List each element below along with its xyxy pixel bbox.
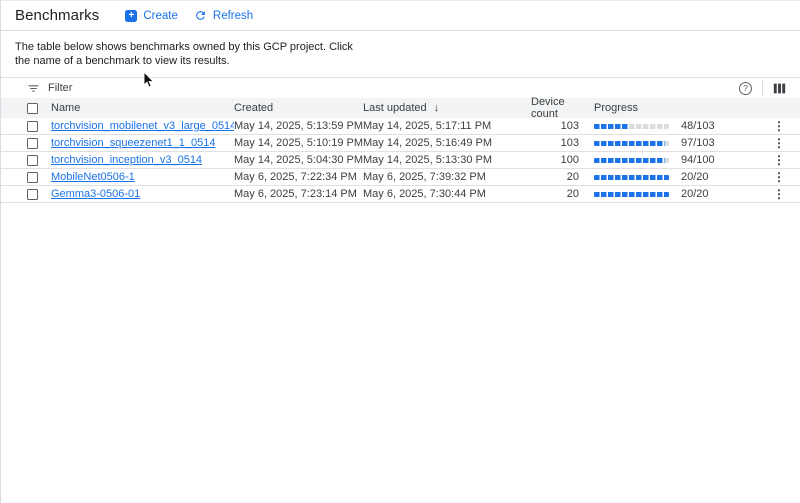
- progress-cell: 20/20: [594, 171, 731, 183]
- filter-label: Filter: [48, 82, 72, 94]
- table-row: Gemma3-0506-01 May 6, 2025, 7:23:14 PM M…: [1, 186, 800, 203]
- column-header-created[interactable]: Created: [234, 102, 363, 114]
- last-updated-cell: May 14, 2025, 5:13:30 PM: [363, 154, 531, 166]
- benchmark-name-cell: Gemma3-0506-01: [51, 188, 234, 200]
- row-actions-kebab-icon[interactable]: ⋮: [772, 153, 786, 167]
- progress-bar: [594, 141, 669, 146]
- last-updated-cell: May 14, 2025, 5:16:49 PM: [363, 137, 531, 149]
- column-header-last-updated[interactable]: Last updated ↓: [363, 102, 531, 114]
- device-count-cell: 103: [531, 120, 579, 132]
- device-count-cell: 20: [531, 188, 579, 200]
- table-row: torchvision_mobilenet_v3_large_0514 May …: [1, 118, 800, 135]
- refresh-button-label: Refresh: [213, 10, 253, 22]
- created-cell: May 14, 2025, 5:04:30 PM: [234, 154, 363, 166]
- progress-cell: 97/103: [594, 137, 731, 149]
- created-cell: May 14, 2025, 5:10:19 PM: [234, 137, 363, 149]
- vertical-divider: [762, 80, 763, 96]
- column-display-icon[interactable]: [773, 82, 786, 95]
- progress-label: 48/103: [681, 120, 731, 132]
- row-checkbox-cell: [27, 189, 51, 200]
- row-actions-kebab-icon[interactable]: ⋮: [772, 136, 786, 150]
- row-checkbox-cell: [27, 121, 51, 132]
- column-header-last-updated-label: Last updated: [363, 102, 427, 114]
- column-header-name[interactable]: Name: [51, 102, 234, 114]
- progress-bar: [594, 124, 669, 129]
- created-cell: May 6, 2025, 7:23:14 PM: [234, 188, 363, 200]
- row-checkbox[interactable]: [27, 155, 38, 166]
- benchmark-name-link[interactable]: MobileNet0506-1: [51, 171, 135, 183]
- benchmark-name-link[interactable]: torchvision_mobilenet_v3_large_0514: [51, 120, 234, 132]
- created-cell: May 6, 2025, 7:22:34 PM: [234, 171, 363, 183]
- device-count-cell: 20: [531, 171, 579, 183]
- benchmark-name-link[interactable]: torchvision_squeezenet1_1_0514: [51, 137, 216, 149]
- created-cell: May 14, 2025, 5:13:59 PM: [234, 120, 363, 132]
- filter-bar-actions: ?: [739, 80, 786, 96]
- last-updated-cell: May 6, 2025, 7:30:44 PM: [363, 188, 531, 200]
- help-icon[interactable]: ?: [739, 82, 752, 95]
- row-checkbox-cell: [27, 172, 51, 183]
- table-header-row: Name Created Last updated ↓ Device count…: [1, 98, 800, 118]
- column-header-device-count[interactable]: Device count: [531, 96, 579, 120]
- plus-icon: +: [125, 10, 137, 22]
- row-actions-kebab-icon[interactable]: ⋮: [772, 187, 786, 201]
- progress-bar: [594, 158, 669, 163]
- row-checkbox[interactable]: [27, 172, 38, 183]
- benchmarks-page: Benchmarks + Create Refresh The table be…: [0, 0, 800, 503]
- row-checkbox-cell: [27, 138, 51, 149]
- table-row: MobileNet0506-1 May 6, 2025, 7:22:34 PM …: [1, 169, 800, 186]
- benchmark-name-cell: torchvision_inception_v3_0514: [51, 154, 234, 166]
- column-header-progress[interactable]: Progress: [594, 102, 638, 114]
- select-all-checkbox[interactable]: [27, 103, 38, 114]
- page-title: Benchmarks: [15, 7, 99, 24]
- refresh-icon: [194, 9, 207, 22]
- progress-label: 20/20: [681, 188, 731, 200]
- sort-descending-icon: ↓: [434, 102, 440, 114]
- title-bar: Benchmarks + Create Refresh: [1, 1, 800, 31]
- progress-label: 20/20: [681, 171, 731, 183]
- progress-bar: [594, 175, 669, 180]
- row-actions-kebab-icon[interactable]: ⋮: [772, 170, 786, 184]
- last-updated-cell: May 6, 2025, 7:39:32 PM: [363, 171, 531, 183]
- table-row: torchvision_squeezenet1_1_0514 May 14, 2…: [1, 135, 800, 152]
- header-checkbox-cell: [27, 103, 51, 114]
- device-count-cell: 100: [531, 154, 579, 166]
- create-button[interactable]: + Create: [125, 10, 178, 22]
- progress-cell: 94/100: [594, 154, 731, 166]
- row-checkbox[interactable]: [27, 138, 38, 149]
- create-button-label: Create: [143, 10, 178, 22]
- device-count-cell: 103: [531, 137, 579, 149]
- row-checkbox[interactable]: [27, 189, 38, 200]
- benchmark-name-cell: torchvision_squeezenet1_1_0514: [51, 137, 234, 149]
- progress-cell: 20/20: [594, 188, 731, 200]
- benchmark-name-cell: MobileNet0506-1: [51, 171, 234, 183]
- progress-label: 97/103: [681, 137, 731, 149]
- refresh-button[interactable]: Refresh: [194, 9, 253, 22]
- progress-bar: [594, 192, 669, 197]
- progress-cell: 48/103: [594, 120, 731, 132]
- filter-bar: Filter ?: [1, 77, 800, 98]
- benchmark-name-link[interactable]: torchvision_inception_v3_0514: [51, 154, 202, 166]
- benchmark-name-link[interactable]: Gemma3-0506-01: [51, 188, 140, 200]
- row-checkbox-cell: [27, 155, 51, 166]
- progress-label: 94/100: [681, 154, 731, 166]
- row-actions-kebab-icon[interactable]: ⋮: [772, 119, 786, 133]
- benchmark-name-cell: torchvision_mobilenet_v3_large_0514: [51, 120, 234, 132]
- last-updated-cell: May 14, 2025, 5:17:11 PM: [363, 120, 531, 132]
- table-body: torchvision_mobilenet_v3_large_0514 May …: [1, 118, 800, 203]
- page-description: The table below shows benchmarks owned b…: [1, 31, 371, 68]
- filter-button[interactable]: Filter: [27, 82, 72, 95]
- row-checkbox[interactable]: [27, 121, 38, 132]
- filter-icon: [27, 82, 40, 95]
- table-row: torchvision_inception_v3_0514 May 14, 20…: [1, 152, 800, 169]
